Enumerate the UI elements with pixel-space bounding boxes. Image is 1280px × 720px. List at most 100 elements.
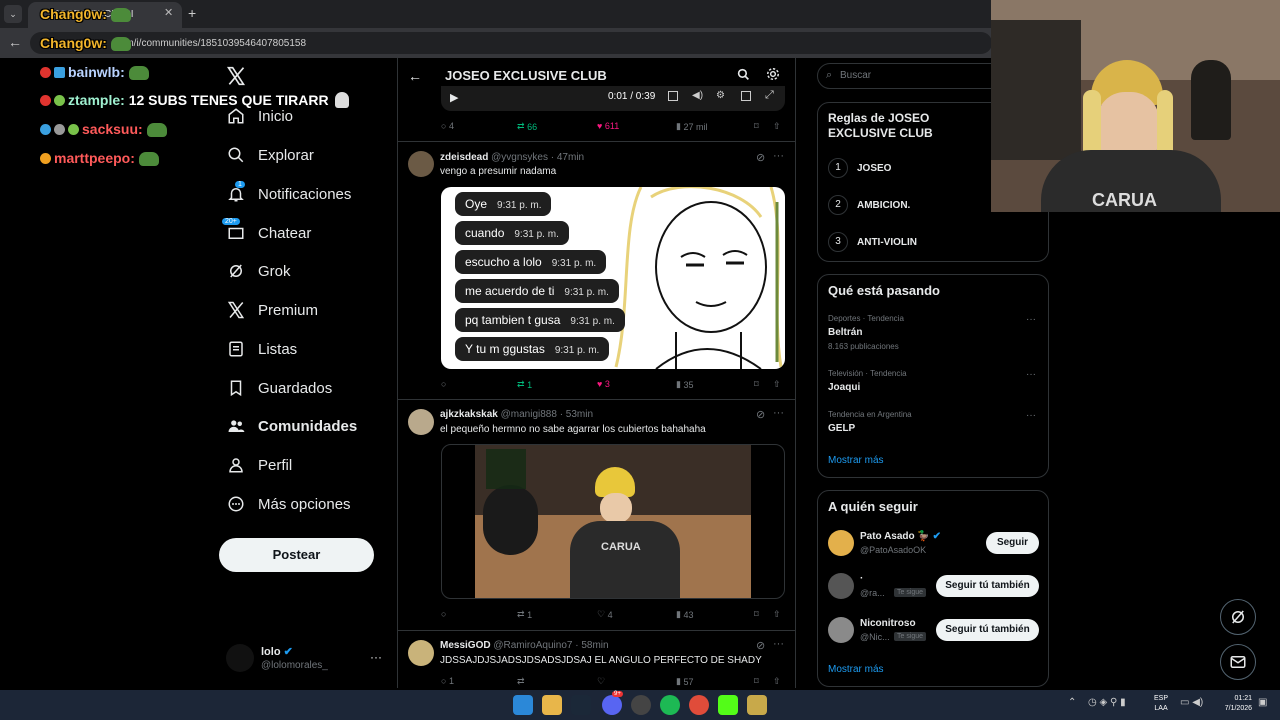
steam-icon[interactable] — [571, 695, 591, 715]
trend-more-icon[interactable]: ··· — [1026, 369, 1036, 380]
reply-button[interactable]: ○ — [441, 609, 449, 619]
like-button[interactable]: ♡ 4 — [597, 609, 613, 620]
grok-icon[interactable]: ⊘ — [756, 639, 765, 652]
rule-label[interactable]: JOSEO — [857, 163, 891, 174]
author-name[interactable]: zdeisdead — [440, 152, 488, 163]
grok-icon[interactable]: ⊘ — [756, 151, 765, 164]
captions-icon[interactable] — [668, 91, 678, 101]
views-button[interactable]: ▮ 57 — [676, 676, 693, 687]
avatar[interactable] — [408, 409, 434, 435]
network-volume-icons[interactable]: ▭ ◀) — [1180, 697, 1203, 708]
follow-back-button[interactable]: Seguir tú también — [936, 619, 1039, 641]
language-indicator[interactable]: ESP LAA — [1154, 694, 1168, 714]
avatar[interactable] — [828, 573, 854, 599]
share-icon[interactable]: ⇧ — [773, 609, 781, 620]
obs-icon[interactable] — [631, 695, 651, 715]
suggest-name[interactable]: Pato Asado 🦆 ✔ — [860, 531, 941, 542]
nav-item-grok[interactable]: Grok — [226, 256, 291, 286]
account-more-icon[interactable]: ··· — [370, 650, 382, 664]
chrome-icon[interactable] — [689, 695, 709, 715]
rule-label[interactable]: ANTI-VIOLIN — [857, 237, 917, 248]
file-explorer-icon[interactable] — [542, 695, 562, 715]
tab-close-icon[interactable]: ✕ — [164, 6, 173, 19]
account-name[interactable]: lolo ✔ — [261, 645, 293, 658]
video-settings-icon[interactable]: ⚙ — [716, 90, 725, 101]
follow-back-button[interactable]: Seguir tú también — [936, 575, 1039, 597]
new-tab-button[interactable]: + — [188, 5, 196, 21]
repost-button[interactable]: ⇄ 1 — [517, 609, 532, 620]
bookmark-icon[interactable]: ⌑ — [754, 676, 759, 687]
pip-icon[interactable] — [741, 91, 751, 101]
avatar[interactable] — [408, 151, 434, 177]
trend-name[interactable]: GELP — [828, 423, 855, 434]
post-more-icon[interactable]: ··· — [773, 150, 784, 162]
search-icon[interactable] — [737, 68, 750, 86]
messages-float-button[interactable] — [1220, 644, 1256, 680]
repost-button[interactable]: ⇄ 1 — [517, 379, 532, 390]
discord-icon[interactable]: 9+ — [602, 691, 623, 715]
post-more-icon[interactable]: ··· — [773, 638, 784, 650]
views-button[interactable]: ▮ 35 — [676, 379, 693, 390]
nav-item-perfil[interactable]: Perfil — [226, 450, 292, 480]
post-button[interactable]: Postear — [219, 538, 374, 572]
nav-item-premium[interactable]: Premium — [226, 295, 318, 325]
x-logo-icon[interactable] — [226, 66, 246, 86]
trend-more-icon[interactable]: ··· — [1026, 314, 1036, 325]
fullscreen-icon[interactable]: ⤢ — [765, 89, 774, 102]
avatar[interactable] — [828, 530, 854, 556]
bookmark-icon[interactable]: ⌑ — [754, 379, 759, 390]
grok-float-button[interactable] — [1220, 599, 1256, 635]
reply-button[interactable]: ○ 4 — [441, 121, 454, 131]
reply-button[interactable]: ○ — [441, 379, 449, 389]
grok-icon[interactable]: ⊘ — [756, 408, 765, 421]
avatar[interactable] — [828, 617, 854, 643]
suggest-name[interactable]: Niconitroso — [860, 618, 916, 629]
start-icon[interactable] — [513, 695, 533, 715]
like-button[interactable]: ♥ 3 — [597, 379, 610, 389]
post-more-icon[interactable]: ··· — [773, 407, 784, 419]
clock[interactable]: 01:21 7/1/2026 — [1216, 694, 1252, 714]
rule-label[interactable]: AMBICION. — [857, 200, 910, 211]
views-button[interactable]: ▮ 43 — [676, 609, 693, 620]
search-input[interactable]: ⌕ Buscar — [817, 63, 1017, 89]
share-icon[interactable]: ⇧ — [773, 676, 781, 687]
author-name[interactable]: ajkzkakskak — [440, 409, 498, 420]
settings-gear-icon[interactable] — [766, 67, 780, 86]
bookmark-icon[interactable]: ⌑ — [754, 609, 759, 620]
follow-button[interactable]: Seguir — [986, 532, 1039, 554]
post-video[interactable]: CARUA — [441, 444, 785, 599]
suggest-name[interactable]: · — [860, 573, 863, 584]
nav-item-mas-opciones[interactable]: Más opciones — [226, 489, 351, 519]
reply-button[interactable]: ○ 1 — [441, 676, 454, 686]
nav-item-notificaciones[interactable]: 1 Notificaciones — [226, 179, 351, 209]
notification-center-icon[interactable]: ▣ — [1258, 697, 1267, 708]
app-icon[interactable] — [747, 695, 767, 715]
views-button[interactable]: ▮ 27 mil — [676, 121, 707, 132]
follow-show-more[interactable]: Mostrar más — [828, 664, 884, 675]
spotify-icon[interactable] — [660, 695, 680, 715]
nav-item-listas[interactable]: Listas — [226, 334, 297, 364]
kick-icon[interactable] — [718, 695, 738, 715]
nav-item-chatear[interactable]: 20+ Chatear — [222, 218, 311, 248]
avatar[interactable] — [408, 640, 434, 666]
avatar[interactable] — [226, 644, 254, 672]
volume-icon[interactable]: ◀) — [692, 90, 703, 101]
trend-more-icon[interactable]: ··· — [1026, 410, 1036, 421]
repost-button[interactable]: ⇄ — [517, 676, 525, 687]
tray-chevron-icon[interactable]: ⌃ — [1068, 697, 1076, 708]
like-button[interactable]: ♡ — [597, 676, 605, 687]
nav-item-comunidades[interactable]: Comunidades — [226, 411, 357, 441]
nav-item-inicio[interactable]: Inicio — [226, 101, 293, 131]
trends-show-more[interactable]: Mostrar más — [828, 455, 884, 466]
like-button[interactable]: ♥ 611 — [597, 121, 619, 131]
share-icon[interactable]: ⇧ — [773, 121, 781, 132]
play-icon[interactable]: ▶ — [450, 91, 458, 104]
repost-button[interactable]: ⇄ 66 — [517, 121, 537, 132]
tray-icons[interactable]: ◷ ◈ ⚲ ▮ — [1088, 697, 1126, 708]
share-icon[interactable]: ⇧ — [773, 379, 781, 390]
bookmark-icon[interactable]: ⌑ — [754, 121, 759, 132]
nav-item-guardados[interactable]: Guardados — [226, 373, 332, 403]
back-arrow-icon[interactable]: ← — [408, 68, 422, 84]
author-name[interactable]: MessiGOD — [440, 640, 491, 651]
trend-name[interactable]: Beltrán — [828, 327, 862, 338]
